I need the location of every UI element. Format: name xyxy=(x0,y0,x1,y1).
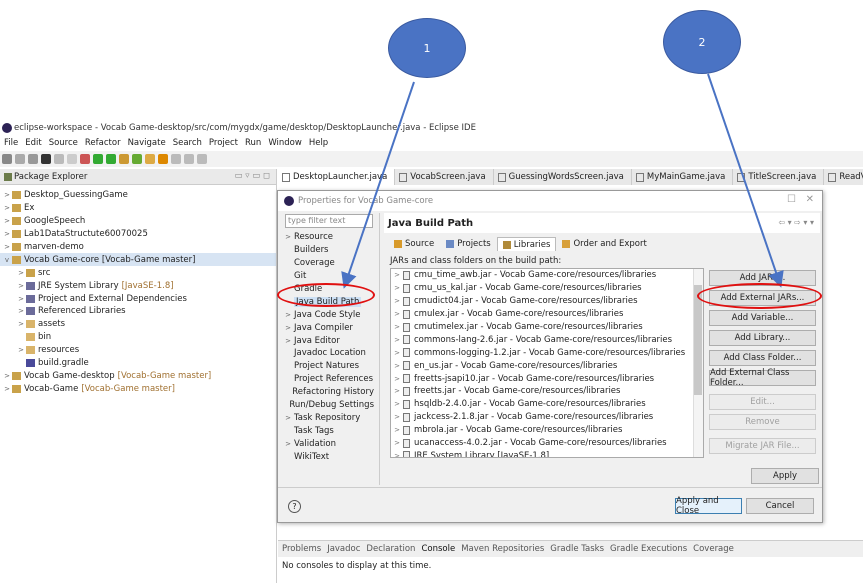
highlight-add-external-jars xyxy=(697,283,822,309)
arrow-1 xyxy=(341,81,415,289)
arrow-2 xyxy=(707,73,784,288)
highlight-java-build-path xyxy=(277,283,375,307)
marker-2: 2 xyxy=(663,10,741,74)
marker-1: 1 xyxy=(388,18,466,78)
